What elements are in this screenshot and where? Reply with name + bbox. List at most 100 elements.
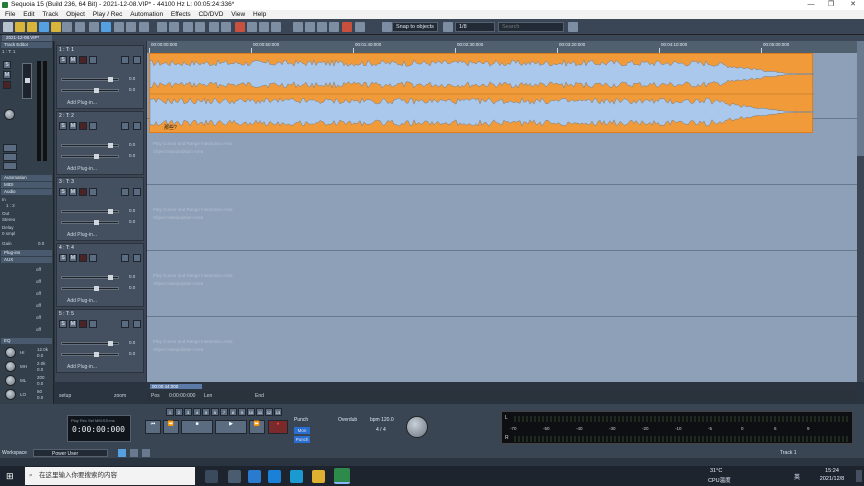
input-monitor-button[interactable] xyxy=(89,56,97,64)
track-name[interactable]: 5 : T: 5 xyxy=(59,311,74,317)
section-automation[interactable]: Automation xyxy=(1,175,52,181)
view-icon-3[interactable] xyxy=(142,449,150,457)
new-file-icon[interactable] xyxy=(3,22,13,32)
marker-icon[interactable] xyxy=(235,22,245,32)
audio-clip[interactable]: 那些? xyxy=(149,53,814,133)
section-plugins[interactable]: Plug-ins xyxy=(1,250,52,256)
marker-button[interactable]: 11 xyxy=(256,408,264,416)
record-arm-button[interactable] xyxy=(79,56,87,64)
group-icon[interactable] xyxy=(329,22,339,32)
mail-icon[interactable] xyxy=(268,470,281,483)
volume-slider[interactable] xyxy=(61,275,119,280)
forward-button[interactable]: ⏩ xyxy=(249,420,265,434)
aux-5-off[interactable]: off xyxy=(36,315,41,320)
record-icon[interactable] xyxy=(342,22,352,32)
fade-icon[interactable] xyxy=(221,22,231,32)
arrangement-area[interactable]: Play Cursor and Range Interaction Area Ob… xyxy=(147,53,857,383)
marker-button[interactable]: 13 xyxy=(274,408,282,416)
menu-automation[interactable]: Automation xyxy=(130,11,163,18)
crossfade-icon[interactable] xyxy=(317,22,327,32)
mute-button[interactable]: M xyxy=(69,122,77,130)
marker-button[interactable]: 1 xyxy=(166,408,174,416)
marker-button[interactable]: 6 xyxy=(211,408,219,416)
menu-track[interactable]: Track xyxy=(42,11,58,18)
delete-icon[interactable] xyxy=(139,22,149,32)
punch-button[interactable]: Punch xyxy=(294,436,310,443)
maximize-icon[interactable]: ❐ xyxy=(824,0,838,10)
settings-icon[interactable] xyxy=(355,22,365,32)
grid-icon[interactable] xyxy=(259,22,269,32)
aux-1-off[interactable]: off xyxy=(36,267,41,272)
timeline-ruler[interactable]: 00:00:00:000 00:00:50:000 00:01:40:000 00:0… xyxy=(147,41,857,53)
section-aux[interactable]: AUX xyxy=(1,257,52,263)
add-plugin-button[interactable]: Add Plug-in... xyxy=(67,166,97,172)
close-icon[interactable]: ✕ xyxy=(846,0,860,10)
track-fx-icon[interactable] xyxy=(133,320,141,328)
menu-view[interactable]: View xyxy=(231,11,245,18)
record-arm-button[interactable] xyxy=(79,188,87,196)
input-monitor-button[interactable] xyxy=(89,254,97,262)
eq-ml-knob[interactable] xyxy=(5,375,16,386)
view-icon-1[interactable] xyxy=(118,449,126,457)
save-icon[interactable] xyxy=(39,22,49,32)
undo-icon[interactable] xyxy=(157,22,167,32)
search-icon[interactable] xyxy=(568,22,578,32)
track-fx-icon[interactable] xyxy=(133,254,141,262)
menu-object[interactable]: Object xyxy=(66,11,85,18)
track-fx-icon[interactable] xyxy=(133,188,141,196)
workspace-dropdown[interactable]: Power User xyxy=(33,449,108,457)
store-icon[interactable] xyxy=(248,470,261,483)
mix-button[interactable] xyxy=(3,162,17,170)
solo-button[interactable]: S xyxy=(59,188,67,196)
menu-edit[interactable]: Edit xyxy=(23,11,34,18)
aux-3-off[interactable]: off xyxy=(36,291,41,296)
open-folder-icon[interactable] xyxy=(15,22,25,32)
time-counter[interactable]: Play Rec Sel MM:SS:ms 0:00:00:000 xyxy=(67,415,131,442)
te-mute-button[interactable]: M xyxy=(3,71,11,79)
mon-button[interactable]: Mon xyxy=(294,427,310,434)
marker-button[interactable]: 8 xyxy=(229,408,237,416)
vertical-scroll-thumb[interactable] xyxy=(857,41,864,156)
rewind-button[interactable]: ⏪ xyxy=(163,420,179,434)
add-plugin-button[interactable]: Add Plug-in... xyxy=(67,100,97,106)
marker-button[interactable]: 7 xyxy=(220,408,228,416)
record-arm-button[interactable] xyxy=(79,254,87,262)
track-settings-icon[interactable] xyxy=(121,254,129,262)
gain-value[interactable]: 0.0 xyxy=(38,241,44,246)
te-pan-knob[interactable] xyxy=(4,109,15,120)
volume-slider[interactable] xyxy=(61,341,119,346)
menu-cd-dvd[interactable]: CD/DVD xyxy=(198,11,223,18)
menu-file[interactable]: File xyxy=(5,11,15,18)
mute-button[interactable]: M xyxy=(69,56,77,64)
te-solo-button[interactable]: S xyxy=(3,61,11,69)
track-fx-icon[interactable] xyxy=(133,56,141,64)
menu-effects[interactable]: Effects xyxy=(171,11,191,18)
zoom-search-icon[interactable] xyxy=(443,22,453,32)
snap-icon[interactable] xyxy=(382,22,392,32)
windows-start-icon[interactable]: ⊞ xyxy=(6,471,16,481)
paste-icon[interactable] xyxy=(126,22,136,32)
pan-slider[interactable] xyxy=(61,352,119,357)
zoom-dropdown[interactable]: 1/8 xyxy=(455,22,495,32)
section-eq[interactable]: EQ xyxy=(1,338,52,344)
solo-button[interactable]: S xyxy=(59,122,67,130)
marker-button[interactable]: 2 xyxy=(175,408,183,416)
track-lane-4[interactable]: Play Cursor and Range Interaction Area Ob… xyxy=(147,251,857,317)
te-volume-fader[interactable] xyxy=(22,63,32,99)
explorer-icon[interactable] xyxy=(312,470,325,483)
eq-hi-knob[interactable] xyxy=(5,347,16,358)
effects-icon[interactable] xyxy=(271,22,281,32)
track-settings-icon[interactable] xyxy=(121,188,129,196)
pan-slider[interactable] xyxy=(61,154,119,159)
punch-label[interactable]: Punch xyxy=(294,417,308,423)
trim-icon[interactable] xyxy=(195,22,205,32)
te-record-button[interactable] xyxy=(3,81,11,89)
range-tool-icon[interactable] xyxy=(75,22,85,32)
marker-button[interactable]: 10 xyxy=(247,408,255,416)
pan-slider[interactable] xyxy=(61,88,119,93)
volume-slider[interactable] xyxy=(61,77,119,82)
aux-6-off[interactable]: off xyxy=(36,327,41,332)
track-name[interactable]: 1 : T: 1 xyxy=(59,47,74,53)
record-arm-button[interactable] xyxy=(79,320,87,328)
scrub-icon[interactable] xyxy=(293,22,303,32)
